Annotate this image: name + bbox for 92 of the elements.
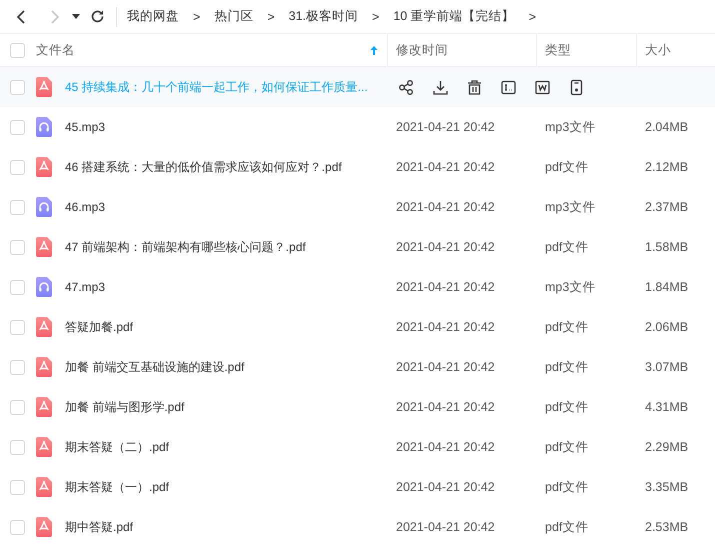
row-checkbox[interactable]	[10, 240, 25, 254]
sort-arrow-icon[interactable]	[369, 44, 379, 56]
column-header[interactable]: 大小	[645, 42, 671, 58]
file-name[interactable]: 47 前端架构：前端架构有哪些核心问题？.pdf	[65, 238, 306, 256]
modified-time: 2021-04-21 20:42	[395, 440, 496, 454]
file-type: mp3文件	[544, 198, 596, 216]
caret-down-icon	[72, 14, 80, 20]
file-type: pdf文件	[544, 478, 590, 496]
row-checkbox[interactable]	[10, 120, 25, 134]
row-checkbox[interactable]	[10, 320, 25, 334]
file-name[interactable]: 加餐 前端与图形学.pdf	[65, 398, 184, 416]
file-name[interactable]: 46.mp3	[65, 200, 106, 214]
row-checkbox[interactable]	[10, 280, 25, 294]
pdf-file-icon	[36, 397, 52, 417]
file-name[interactable]: 45.mp3	[65, 120, 106, 134]
modified-time: 2021-04-21 20:42	[395, 400, 496, 414]
column-header[interactable]: 类型	[545, 42, 571, 58]
file-size: 2.53MB	[644, 520, 690, 534]
refresh-icon	[90, 9, 104, 24]
file-size: 4.31MB	[644, 400, 690, 414]
file-size: 2.12MB	[644, 160, 690, 174]
phone-icon[interactable]	[568, 78, 585, 96]
headphones-file-icon	[36, 277, 52, 297]
file-type: pdf文件	[544, 318, 590, 336]
file-name[interactable]: 答疑加餐.pdf	[65, 318, 134, 336]
breadcrumb-link[interactable]: 我的网盘	[127, 8, 179, 25]
row-checkbox[interactable]	[10, 440, 25, 454]
breadcrumb-separator: >	[372, 10, 380, 24]
pdf-file-icon	[36, 77, 52, 97]
column-header[interactable]: 修改时间	[396, 42, 448, 58]
file-size: 2.37MB	[644, 200, 690, 214]
breadcrumb-link[interactable]: 31.极客时间	[288, 8, 358, 25]
file-type: pdf文件	[544, 358, 590, 376]
file-size: 2.04MB	[644, 120, 690, 134]
file-size: 2.06MB	[644, 320, 690, 334]
pdf-file-icon	[36, 317, 52, 337]
file-size: 3.07MB	[644, 360, 690, 374]
file-size: 1.84MB	[644, 280, 690, 294]
row-checkbox[interactable]	[10, 400, 25, 414]
chevron-left-icon	[16, 8, 26, 24]
file-type: mp3文件	[544, 278, 596, 296]
modified-time: 2021-04-21 20:42	[395, 240, 496, 254]
file-type: pdf文件	[544, 238, 590, 256]
pdf-file-icon	[36, 477, 52, 497]
file-name[interactable]: 期末答疑（二）.pdf	[65, 438, 170, 456]
file-size: 1.58MB	[644, 240, 690, 254]
headphones-file-icon	[36, 117, 52, 137]
pdf-file-icon	[36, 517, 52, 537]
pdf-file-icon	[36, 437, 52, 457]
modified-time: 2021-04-21 20:42	[395, 320, 496, 334]
file-type: mp3文件	[544, 118, 596, 136]
pdf-file-icon	[36, 357, 52, 377]
row-checkbox[interactable]	[10, 160, 25, 174]
file-name[interactable]: 47.mp3	[65, 280, 106, 294]
column-header[interactable]: 文件名	[36, 42, 75, 58]
file-name[interactable]: 46 搭建系统：大量的低价值需求应该如何应对？.pdf	[65, 158, 342, 176]
file-name[interactable]: 期末答疑（一）.pdf	[65, 478, 170, 496]
breadcrumb-separator: >	[528, 10, 536, 24]
modified-time: 2021-04-21 20:42	[395, 120, 496, 134]
file-name[interactable]: 加餐 前端交互基础设施的建设.pdf	[65, 358, 244, 376]
file-type: pdf文件	[544, 518, 590, 536]
modified-time: 2021-04-21 20:42	[395, 480, 496, 494]
breadcrumb-link[interactable]: 10 重学前端【完结】	[393, 8, 515, 25]
modified-time: 2021-04-21 20:42	[395, 520, 496, 534]
modified-time: 2021-04-21 20:42	[395, 360, 496, 374]
modified-time: 2021-04-21 20:42	[395, 160, 496, 174]
chevron-right-icon	[50, 8, 60, 24]
row-checkbox[interactable]	[10, 480, 25, 494]
file-size: 3.35MB	[644, 480, 690, 494]
headphones-file-icon	[36, 197, 52, 217]
file-type: pdf文件	[544, 398, 590, 416]
file-name[interactable]: 期中答疑.pdf	[65, 518, 134, 536]
breadcrumb-link[interactable]: 热门区	[214, 8, 254, 25]
pdf-file-icon	[36, 237, 52, 257]
file-type: pdf文件	[544, 438, 590, 456]
breadcrumb-separator: >	[267, 10, 275, 24]
breadcrumb-separator: >	[193, 10, 200, 24]
modified-time: 2021-04-21 20:42	[395, 200, 496, 214]
download-icon[interactable]	[432, 78, 449, 96]
pdf-file-icon	[36, 157, 52, 177]
modified-time: 2021-04-21 20:42	[395, 280, 496, 294]
file-size: 2.29MB	[644, 440, 690, 454]
word-document-icon[interactable]	[534, 78, 551, 96]
rename-icon[interactable]	[500, 78, 517, 96]
select-all-checkbox[interactable]	[10, 42, 25, 58]
share-icon[interactable]	[398, 78, 415, 96]
file-type: pdf文件	[544, 158, 590, 176]
row-checkbox[interactable]	[10, 520, 25, 534]
row-checkbox[interactable]	[10, 80, 25, 94]
trash-icon[interactable]	[466, 78, 483, 96]
row-checkbox[interactable]	[10, 200, 25, 214]
row-checkbox[interactable]	[10, 360, 25, 374]
